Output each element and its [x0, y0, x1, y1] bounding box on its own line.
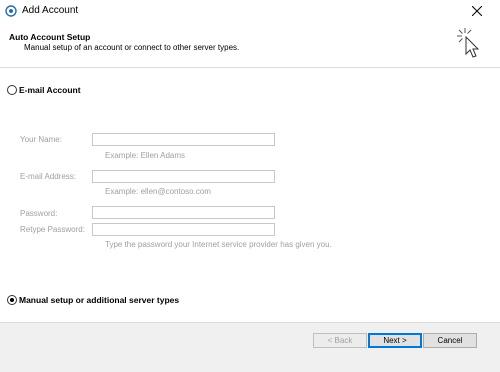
wizard-cursor-icon — [455, 26, 483, 64]
close-icon — [472, 6, 482, 16]
password-field — [92, 206, 275, 219]
email-address-label: E-mail Address: — [20, 172, 77, 181]
wizard-header: Auto Account Setup Manual setup of an ac… — [0, 24, 500, 68]
email-account-label[interactable]: E-mail Account — [19, 85, 81, 95]
email-address-field — [92, 170, 275, 183]
wizard-content: E-mail Account Your Name: Example: Ellen… — [0, 68, 500, 321]
window-titlebar: Add Account — [0, 0, 500, 24]
password-hint: Type the password your Internet service … — [105, 240, 332, 249]
your-name-field — [92, 133, 275, 146]
email-address-hint: Example: ellen@contoso.com — [105, 187, 211, 196]
wizard-footer: < Back Next > Cancel — [0, 322, 500, 372]
manual-setup-label[interactable]: Manual setup or additional server types — [19, 295, 179, 305]
page-subtitle: Manual setup of an account or connect to… — [24, 43, 240, 52]
retype-password-label: Retype Password: — [20, 225, 85, 234]
your-name-label: Your Name: — [20, 135, 62, 144]
retype-password-field — [92, 223, 275, 236]
close-button[interactable] — [455, 0, 500, 22]
window-title: Add Account — [22, 5, 79, 16]
cancel-button[interactable]: Cancel — [423, 333, 477, 348]
email-account-radio[interactable] — [7, 85, 17, 95]
next-button[interactable]: Next > — [368, 333, 422, 348]
page-title: Auto Account Setup — [9, 32, 91, 42]
password-label: Password: — [20, 209, 58, 218]
outlook-icon — [5, 5, 17, 17]
back-button[interactable]: < Back — [313, 333, 367, 348]
your-name-hint: Example: Ellen Adams — [105, 151, 186, 160]
manual-setup-radio[interactable] — [7, 295, 17, 305]
